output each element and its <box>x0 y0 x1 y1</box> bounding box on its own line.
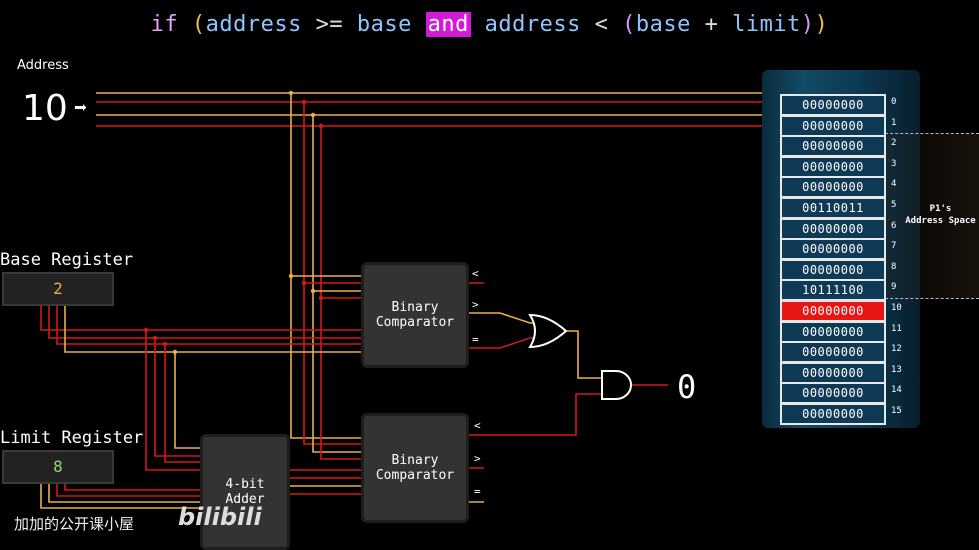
address-value: 10 <box>22 88 68 129</box>
memory-cell: 00000000 <box>780 403 886 425</box>
memory-cell: 00000000 <box>780 341 886 364</box>
base-register-value: 2 <box>2 272 114 306</box>
comparator-2-gt: > <box>474 452 481 465</box>
comparator-1-eq: = <box>472 333 479 346</box>
p1-address-space-label: P1's Address Space <box>902 203 979 227</box>
bilibili-logo: bilibili <box>178 503 262 531</box>
memory-cell-index: 0 <box>891 97 897 107</box>
memory-cell: 00000000 <box>780 94 886 116</box>
four-bit-adder: 4-bit Adder <box>200 434 290 550</box>
memory-cell-index: 11 <box>891 323 902 334</box>
memory-cell: 00000000 <box>780 238 886 261</box>
memory-cell: 10111100 <box>780 279 886 302</box>
memory-cell-index: 15 <box>891 406 902 416</box>
comparator-1-label-line1: Binary <box>391 300 439 315</box>
memory-cell: 00000000 <box>780 320 886 343</box>
arrow-right-icon: ➡ <box>74 96 88 121</box>
limit-register-value: 8 <box>2 450 114 484</box>
p1-label-line1: P1's <box>929 204 952 214</box>
memory-cell-index: 13 <box>891 364 902 375</box>
address-title: Address <box>17 58 69 73</box>
memory-cell-index: 7 <box>891 241 897 252</box>
base-register-label: Base Register <box>0 250 134 270</box>
memory-cell: 00000000 <box>780 155 886 178</box>
binary-comparator-2: Binary Comparator <box>361 413 469 523</box>
memory-cell: 00000000 <box>780 300 886 322</box>
memory-cell: 00000000 <box>780 382 886 405</box>
memory-cell-index: 4 <box>891 179 897 190</box>
binary-comparator-1: Binary Comparator <box>361 262 469 368</box>
logic-diagram: if (address >= base and address < (base … <box>0 0 979 550</box>
or-gate <box>528 313 568 349</box>
adder-label-line1: 4-bit <box>225 477 265 492</box>
memory-cell: 00110011 <box>780 197 886 219</box>
limit-register-label: Limit Register <box>0 428 144 448</box>
comparator-1-gt: > <box>472 298 479 311</box>
comparator-2-label-line1: Binary <box>391 453 439 468</box>
comparator-2-lt: < <box>474 419 481 432</box>
memory-cell: 00000000 <box>780 135 886 158</box>
memory-cell-index: 8 <box>891 261 897 272</box>
memory-cell-index: 2 <box>891 138 897 149</box>
memory-cell-index: 3 <box>891 158 897 169</box>
memory-cell: 00000000 <box>780 217 886 240</box>
memory-cell-index: 9 <box>891 282 897 293</box>
memory-cell-index: 12 <box>891 344 902 355</box>
result-output: 0 <box>677 368 697 406</box>
memory-cell-index: 10 <box>891 303 902 313</box>
memory-cell-index: 14 <box>891 385 902 396</box>
comparator-2-eq: = <box>474 485 481 498</box>
memory-cell: 00000000 <box>780 114 886 137</box>
comparator-2-label-line2: Comparator <box>375 468 455 483</box>
memory-cell-index: 6 <box>891 220 897 231</box>
comparator-1-label-line2: Comparator <box>375 315 455 330</box>
memory-cell: 00000000 <box>780 176 886 199</box>
memory-cell: 00000000 <box>780 361 886 384</box>
memory-cell: 00000000 <box>780 258 886 281</box>
memory-cell-index: 1 <box>891 117 897 128</box>
watermark-text: 加加的公开课小屋 <box>14 515 135 533</box>
p1-label-line2: Address Space <box>905 216 976 226</box>
memory-cell-index: 5 <box>891 200 897 210</box>
comparator-1-lt: < <box>472 267 479 280</box>
and-gate <box>601 370 632 400</box>
